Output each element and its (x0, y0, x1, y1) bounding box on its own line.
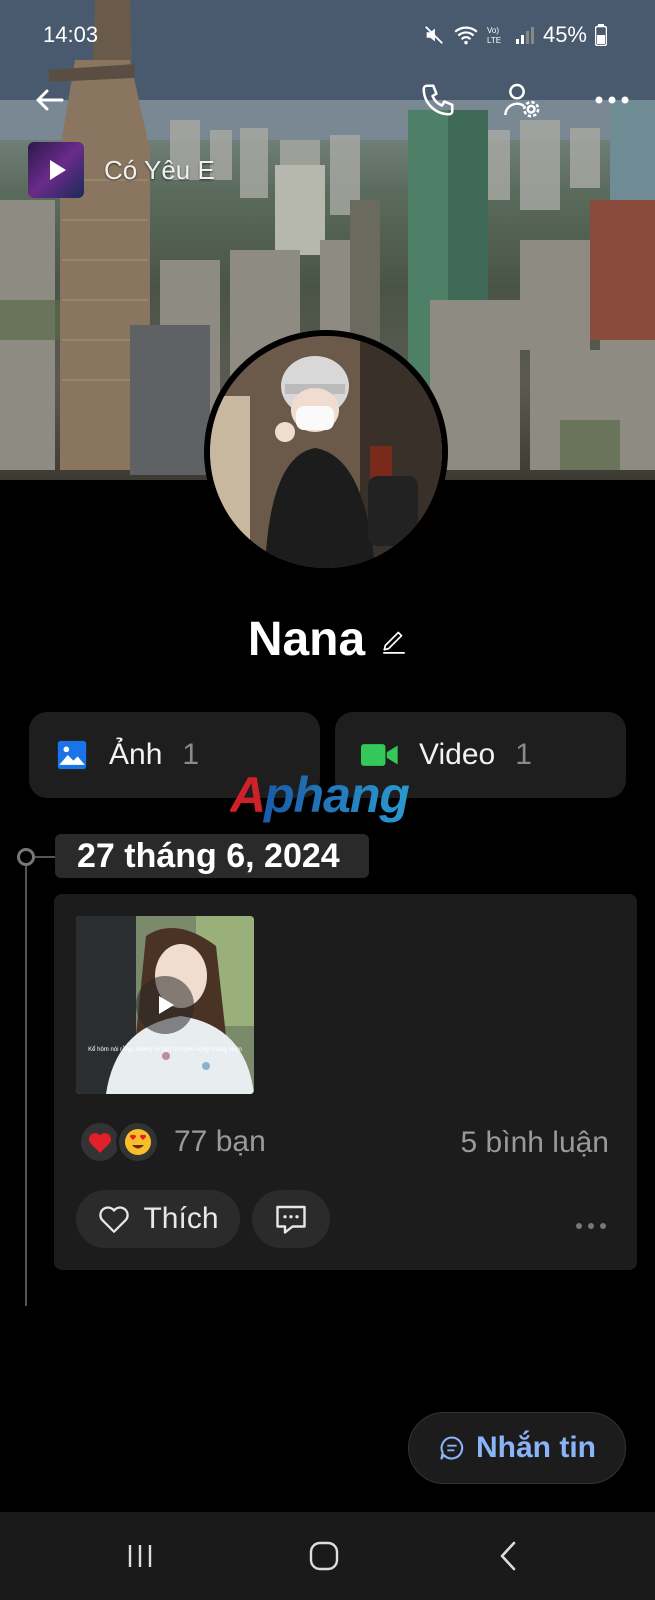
timeline-connector (35, 856, 55, 858)
comment-icon (276, 1205, 306, 1234)
video-caption: Kể hôm nói rằng, không có biết tình yêu … (88, 1046, 242, 1053)
timeline-date: 27 tháng 6, 2024 (55, 834, 369, 878)
system-back-button[interactable] (478, 1532, 538, 1580)
music-title: Có Yêu E (104, 154, 215, 185)
battery-text: 45% (542, 22, 587, 47)
chevron-left-icon (500, 1541, 516, 1571)
back-button[interactable] (26, 76, 74, 124)
heart-outline-icon (99, 1206, 130, 1233)
more-horizontal-icon (576, 1223, 606, 1229)
timeline-line (25, 856, 27, 1306)
volte-icon: Vo)LTE (487, 26, 501, 45)
svg-text:LTE: LTE (487, 36, 501, 45)
mute-icon (425, 26, 443, 44)
message-label: Nhắn tin (476, 1431, 596, 1464)
more-horizontal-icon (595, 96, 629, 104)
play-icon (159, 996, 174, 1014)
post-card[interactable]: Kể hôm nói rằng, không có biết tình yêu … (54, 894, 637, 1270)
avatar[interactable] (204, 330, 448, 574)
photos-count: 1 (182, 738, 200, 771)
videos-count: 1 (515, 738, 532, 771)
arrow-left-icon (36, 89, 64, 111)
comments-count[interactable]: 5 bình luận (461, 1126, 609, 1160)
edit-icon[interactable] (381, 626, 407, 654)
photo-icon (57, 740, 87, 770)
avatar-photo (210, 336, 442, 568)
call-button[interactable] (414, 76, 462, 124)
play-button[interactable] (136, 976, 194, 1034)
play-icon (50, 160, 66, 180)
more-options-button[interactable] (588, 76, 636, 124)
home-icon (309, 1541, 339, 1571)
svg-text:A: A (230, 768, 265, 823)
reactions-count: 77 bạn (174, 1125, 266, 1158)
videos-label: Video (419, 738, 496, 771)
profile-name: Nana (247, 613, 366, 666)
recent-apps-button[interactable] (110, 1532, 170, 1580)
user-gear-icon (504, 83, 540, 118)
music-cover (28, 142, 84, 198)
profile-name-row: Nana (0, 612, 655, 667)
heart-eyes-emoji-icon (125, 1129, 151, 1155)
like-button[interactable]: Thích (76, 1190, 240, 1248)
phone-icon (422, 84, 454, 116)
svg-text:phang: phang (262, 768, 409, 823)
post-more-button[interactable] (575, 1206, 607, 1237)
watermark-logo: A phang (228, 767, 430, 836)
signal-icon (515, 27, 534, 44)
status-right: Vo) LTE 45% (423, 22, 607, 48)
status-time: 14:03 (43, 22, 99, 47)
home-button[interactable] (294, 1532, 354, 1580)
status-bar: 14:03 Vo) LTE 45% (0, 0, 655, 70)
chat-bubble-icon (440, 1436, 464, 1460)
photos-label: Ảnh (109, 738, 163, 771)
wifi-icon (454, 26, 478, 45)
heart-eyes-reaction (116, 1120, 160, 1164)
video-icon (361, 744, 398, 766)
video-thumbnail[interactable]: Kể hôm nói rằng, không có biết tình yêu … (76, 916, 254, 1094)
battery-icon (595, 24, 607, 46)
profile-settings-button[interactable] (498, 76, 546, 124)
comment-button[interactable] (252, 1190, 330, 1248)
reactions-summary[interactable]: 77 bạn (78, 1120, 266, 1164)
system-nav-bar (0, 1512, 655, 1600)
profile-music[interactable]: Có Yêu E (28, 142, 215, 198)
recent-apps-icon (128, 1545, 152, 1567)
svg-text:Vo): Vo) (487, 26, 499, 35)
heart-icon (88, 1133, 112, 1153)
message-button[interactable]: Nhắn tin (408, 1412, 626, 1484)
like-label: Thích (143, 1202, 219, 1235)
timeline-dot (17, 848, 35, 866)
